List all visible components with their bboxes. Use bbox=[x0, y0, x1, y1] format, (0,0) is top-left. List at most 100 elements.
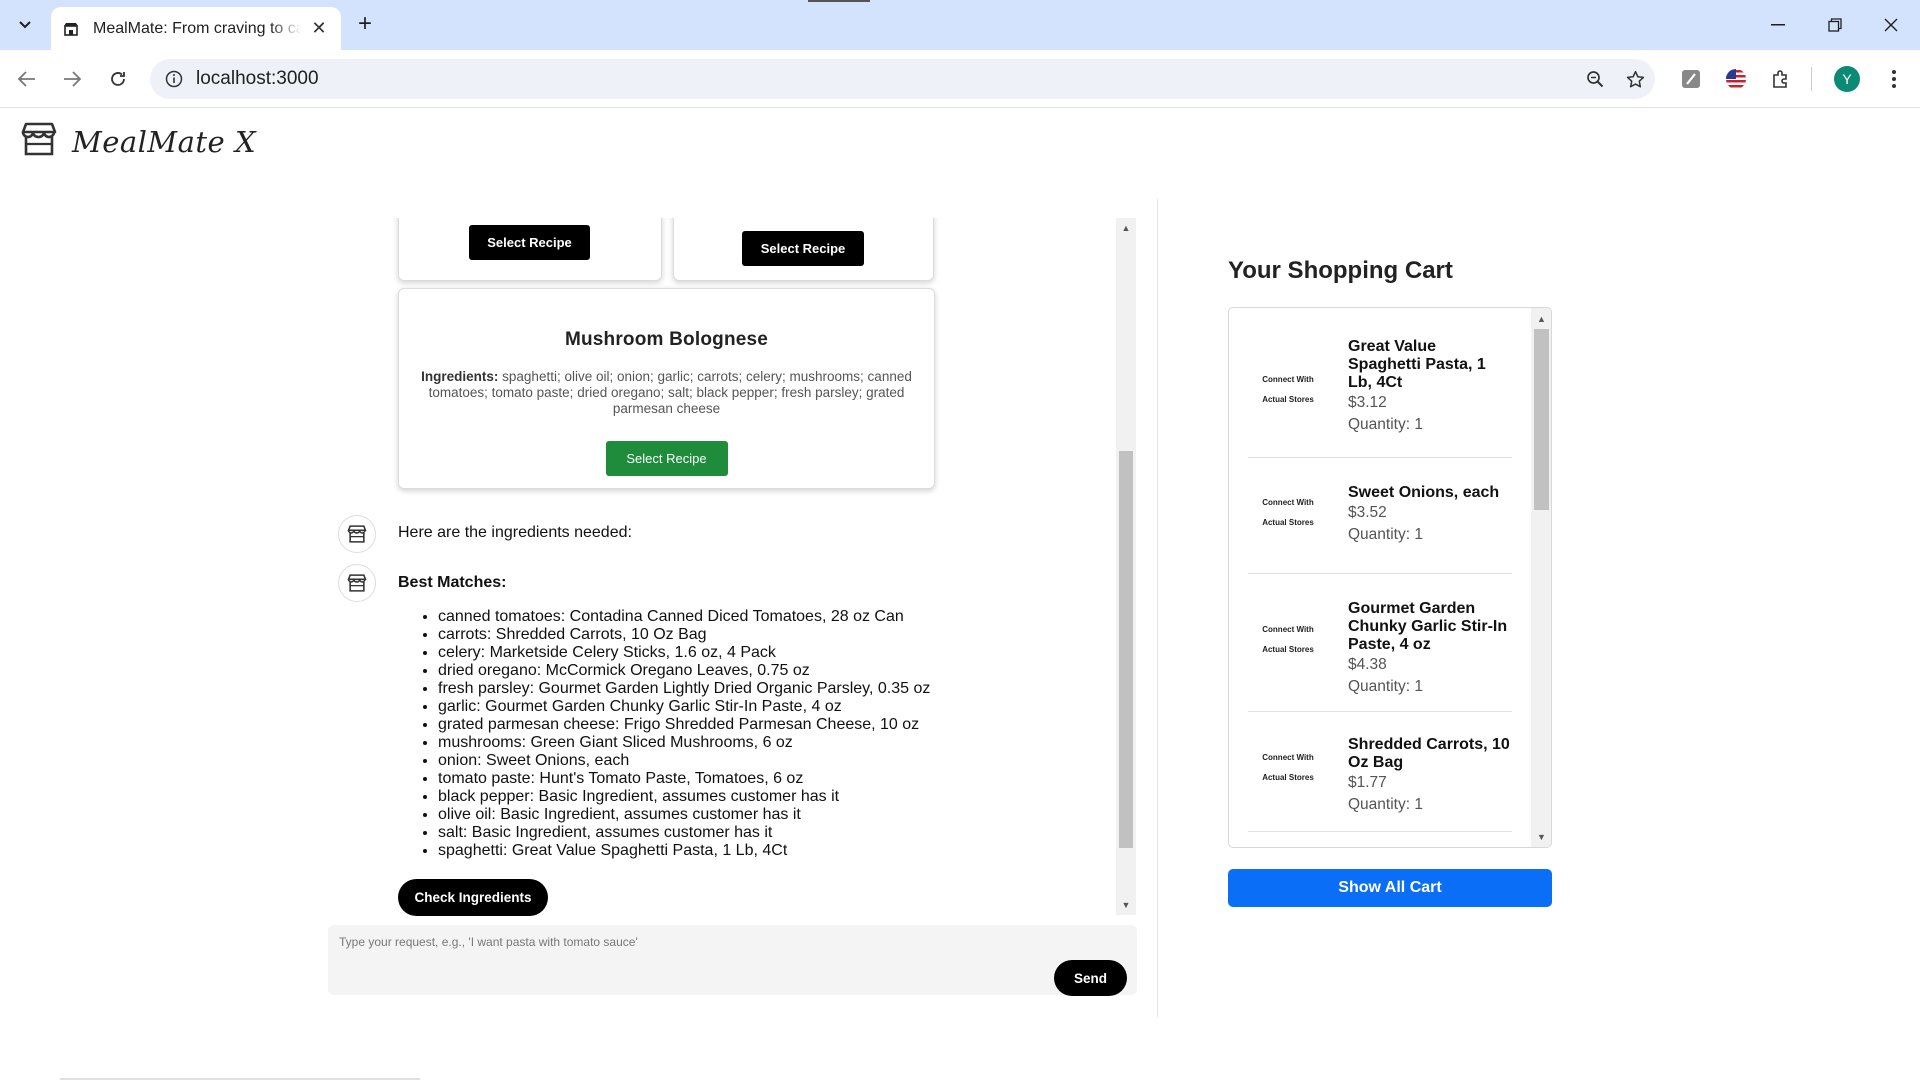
image-placeholder-text: Actual Stores bbox=[1262, 395, 1314, 404]
chat-scrollbar[interactable]: ▲ ▼ bbox=[1116, 218, 1136, 915]
cart-item-info: Gourmet Garden Chunky Garlic Stir-In Pas… bbox=[1348, 600, 1512, 698]
cart-scrollbar-thumb[interactable] bbox=[1534, 329, 1549, 510]
list-item: spaghetti: Great Value Spaghetti Pasta, … bbox=[438, 842, 930, 860]
profile-avatar[interactable]: Y bbox=[1834, 66, 1860, 92]
ingredients-text: spaghetti; olive oil; onion; garlic; car… bbox=[428, 369, 912, 416]
bot-avatar bbox=[338, 515, 376, 553]
list-item: olive oil: Basic Ingredient, assumes cus… bbox=[438, 806, 930, 824]
forward-arrow-icon[interactable] bbox=[54, 61, 90, 97]
tab-title: MealMate: From craving to cart bbox=[93, 19, 301, 37]
cart-item-image-placeholder: Connect With Actual Stores bbox=[1248, 370, 1328, 410]
list-item: fresh parsley: Gourmet Garden Lightly Dr… bbox=[438, 680, 930, 698]
cart-item-info: Shredded Carrots, 10 Oz Bag $1.77 Quanti… bbox=[1348, 736, 1512, 816]
cart-item-price: $3.52 bbox=[1348, 504, 1387, 521]
recipe-title: Mushroom Bolognese bbox=[564, 329, 769, 350]
cart-item-quantity: Quantity: 1 bbox=[1348, 678, 1423, 695]
cart-item-quantity: Quantity: 1 bbox=[1348, 526, 1423, 543]
cart-item: Connect With Actual Stores Shredded Carr… bbox=[1248, 712, 1512, 832]
close-window-button[interactable] bbox=[1862, 0, 1920, 50]
browser-tab-active[interactable]: MealMate: From craving to cart ✕ bbox=[51, 7, 341, 50]
tab-close-icon[interactable]: ✕ bbox=[309, 18, 329, 39]
extension-slash-icon[interactable] bbox=[1677, 65, 1705, 93]
best-matches-list: canned tomatoes: Contadina Canned Diced … bbox=[418, 608, 930, 860]
minimize-window-button[interactable] bbox=[1749, 0, 1807, 50]
reload-icon[interactable] bbox=[100, 61, 136, 97]
select-recipe-button-selected[interactable]: Select Recipe bbox=[605, 441, 728, 476]
list-item: grated parmesan cheese: Frigo Shredded P… bbox=[438, 716, 930, 734]
best-matches-heading: Best Matches: bbox=[398, 574, 507, 591]
us-flag-extension-icon[interactable] bbox=[1722, 65, 1750, 93]
browser-menu-icon[interactable] bbox=[1880, 64, 1908, 94]
list-item: carrots: Shredded Carrots, 10 Oz Bag bbox=[438, 626, 930, 644]
site-info-icon[interactable] bbox=[154, 59, 194, 99]
restore-window-button[interactable] bbox=[1806, 0, 1864, 50]
bot-message-ingredients-needed: Here are the ingredients needed: bbox=[398, 524, 632, 541]
tab-search-dropdown-icon[interactable] bbox=[10, 10, 40, 40]
list-item: mushrooms: Green Giant Sliced Mushrooms,… bbox=[438, 734, 930, 752]
list-item: onion: Sweet Onions, each bbox=[438, 752, 930, 770]
select-recipe-button[interactable]: Select Recipe bbox=[469, 225, 590, 260]
scroll-up-arrow-icon[interactable]: ▲ bbox=[1116, 220, 1136, 236]
toolbar-separator bbox=[1811, 67, 1812, 91]
cart-item-name: Sweet Onions, each bbox=[1348, 484, 1500, 501]
cart-scrollbar[interactable]: ▲ ▼ bbox=[1531, 308, 1551, 847]
show-all-cart-button[interactable]: Show All Cart bbox=[1228, 869, 1552, 907]
cart-item-price: $4.38 bbox=[1348, 656, 1387, 673]
cart-item-info: Sweet Onions, each $3.52 Quantity: 1 bbox=[1348, 484, 1512, 546]
cart-item-quantity: Quantity: 1 bbox=[1348, 796, 1423, 813]
list-item: black pepper: Basic Ingredient, assumes … bbox=[438, 788, 930, 806]
zoom-icon[interactable] bbox=[1575, 59, 1615, 99]
cart-item-name: Shredded Carrots, 10 Oz Bag bbox=[1348, 736, 1510, 771]
cart-item-price: $3.12 bbox=[1348, 394, 1387, 411]
list-item: garlic: Gourmet Garden Chunky Garlic Sti… bbox=[438, 698, 930, 716]
pane-divider bbox=[1157, 199, 1158, 1017]
browser-toolbar: localhost:3000 bbox=[0, 50, 1920, 108]
extensions-puzzle-icon[interactable] bbox=[1767, 65, 1795, 93]
cart-item: Connect With Actual Stores Great Value S… bbox=[1248, 326, 1512, 458]
image-placeholder-text: Actual Stores bbox=[1262, 518, 1314, 527]
ingredients-label: Ingredients: bbox=[421, 369, 499, 384]
select-recipe-button[interactable]: Select Recipe bbox=[742, 231, 864, 266]
back-arrow-icon[interactable] bbox=[9, 61, 45, 97]
bookmark-star-icon[interactable] bbox=[1615, 59, 1655, 99]
storefront-logo-icon bbox=[20, 120, 58, 163]
recipe-card-mushroom-bolognese: Mushroom Bolognese Ingredients: spaghett… bbox=[398, 288, 935, 489]
logo-text: MealMate X bbox=[72, 124, 257, 159]
list-item: tomato paste: Hunt's Tomato Paste, Tomat… bbox=[438, 770, 930, 788]
chat-input-placeholder: Type your request, e.g., 'I want pasta w… bbox=[339, 935, 638, 949]
store-favicon-icon bbox=[63, 21, 79, 37]
check-ingredients-button[interactable]: Check Ingredients bbox=[398, 879, 548, 916]
list-item: dried oregano: McCormick Oregano Leaves,… bbox=[438, 662, 930, 680]
cart-list[interactable]: Connect With Actual Stores Great Value S… bbox=[1228, 307, 1552, 848]
cart-item-name: Great Value Spaghetti Pasta, 1 Lb, 4Ct bbox=[1348, 338, 1486, 391]
scroll-down-arrow-icon[interactable]: ▼ bbox=[1531, 829, 1551, 845]
bot-avatar bbox=[338, 564, 376, 602]
scroll-clip-mask bbox=[390, 200, 950, 218]
chat-input-box[interactable]: Type your request, e.g., 'I want pasta w… bbox=[328, 925, 1137, 995]
browser-tab-bar: MealMate: From craving to cart ✕ + bbox=[0, 0, 1920, 50]
cart-item-image-placeholder: Connect With Actual Stores bbox=[1248, 620, 1328, 660]
list-item: salt: Basic Ingredient, assumes customer… bbox=[438, 824, 930, 842]
image-placeholder-text: Connect With bbox=[1262, 498, 1314, 507]
cart-item-price: $1.77 bbox=[1348, 774, 1387, 791]
cart-item: Connect With Actual Stores Gourmet Garde… bbox=[1248, 574, 1512, 712]
cart-item-image-placeholder: Connect With Actual Stores bbox=[1248, 748, 1328, 788]
image-placeholder-text: Actual Stores bbox=[1262, 645, 1314, 654]
cart-item-info: Great Value Spaghetti Pasta, 1 Lb, 4Ct $… bbox=[1348, 338, 1512, 436]
chat-scrollbar-thumb[interactable] bbox=[1119, 451, 1133, 848]
cart-title: Your Shopping Cart bbox=[1228, 257, 1453, 284]
cart-item-quantity: Quantity: 1 bbox=[1348, 416, 1423, 433]
address-bar[interactable]: localhost:3000 bbox=[150, 59, 1655, 99]
send-button[interactable]: Send bbox=[1054, 960, 1127, 996]
list-item: canned tomatoes: Contadina Canned Diced … bbox=[438, 608, 930, 626]
scroll-down-arrow-icon[interactable]: ▼ bbox=[1116, 897, 1136, 913]
new-tab-button[interactable]: + bbox=[350, 11, 380, 39]
tab-strip-indicator bbox=[808, 0, 870, 2]
app-logo[interactable]: MealMate X bbox=[20, 120, 256, 163]
cart-item-image-placeholder: Connect With Actual Stores bbox=[1248, 493, 1328, 533]
scroll-up-arrow-icon[interactable]: ▲ bbox=[1531, 311, 1551, 327]
image-placeholder-text: Connect With bbox=[1262, 375, 1314, 384]
list-item: celery: Marketside Celery Sticks, 1.6 oz… bbox=[438, 644, 930, 662]
cart-item-name: Gourmet Garden Chunky Garlic Stir-In Pas… bbox=[1348, 600, 1508, 653]
recipe-ingredients: Ingredients: spaghetti; olive oil; onion… bbox=[421, 369, 912, 417]
